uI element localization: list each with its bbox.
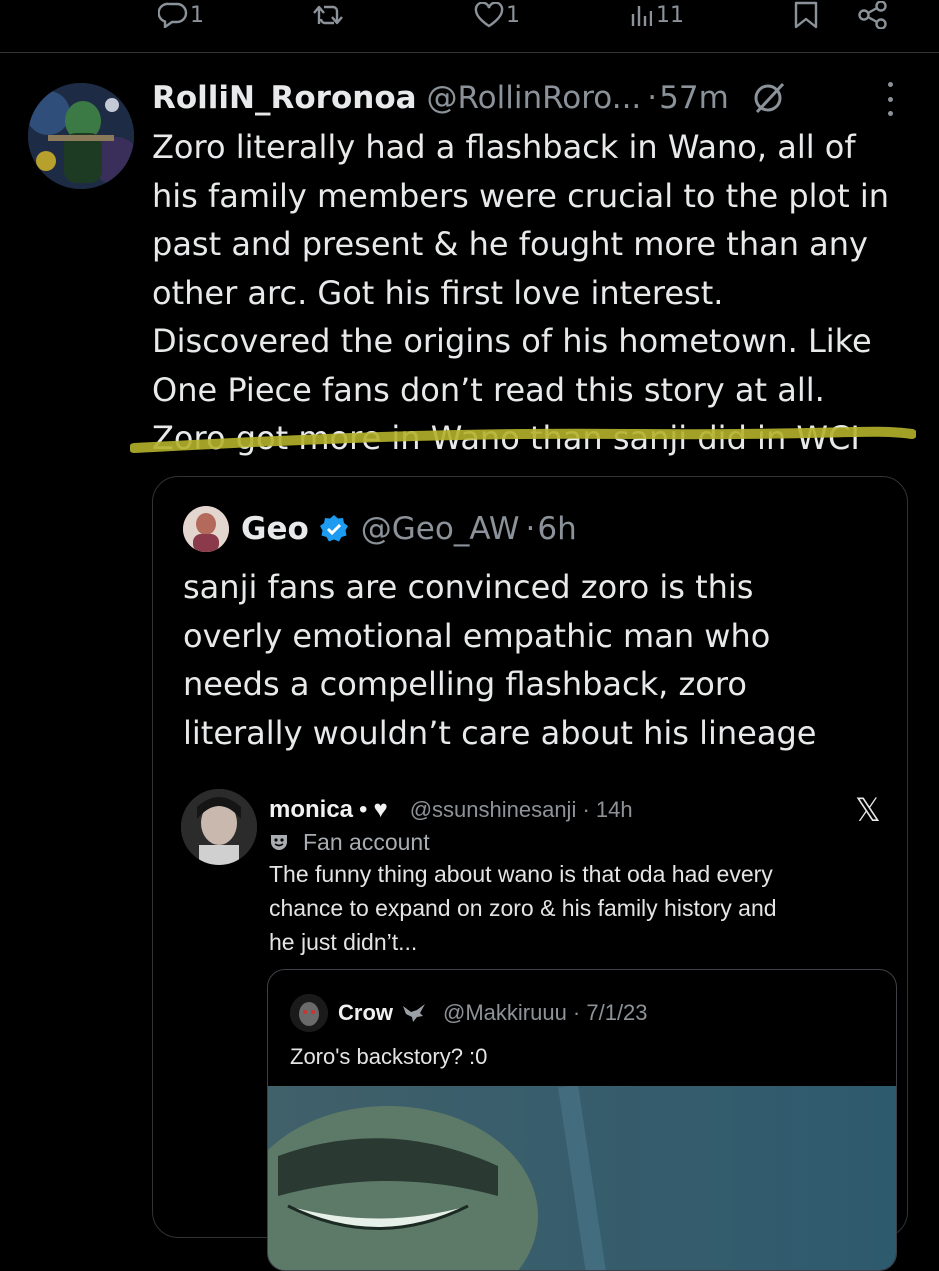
share-button[interactable] bbox=[858, 0, 888, 30]
repost-button[interactable] bbox=[312, 0, 346, 30]
embedded-screenshot: monica • ♥ @ssunshinesanji · 14h 𝕏 Fan a… bbox=[161, 773, 901, 1271]
fan-account-label: Fan account bbox=[269, 827, 430, 857]
analytics-icon bbox=[631, 6, 652, 26]
quote-line: literally wouldn’t care about his lineag… bbox=[183, 713, 817, 752]
bookmark-button[interactable] bbox=[792, 0, 820, 30]
grok-icon[interactable] bbox=[751, 80, 787, 116]
heart-icon: ♥ bbox=[373, 796, 388, 823]
tweet-timestamp[interactable]: 57m bbox=[659, 80, 729, 116]
author-handle[interactable]: @RollinRoro... bbox=[427, 80, 642, 116]
quote-header: Geo @Geo_AW · 6h bbox=[183, 506, 577, 552]
name-separator: • bbox=[359, 796, 368, 823]
views-button[interactable]: 11 bbox=[630, 0, 684, 30]
tweet-action-bar: 1 1 11 bbox=[0, 0, 939, 52]
quote-timestamp: 6h bbox=[537, 511, 577, 547]
tweet-line-highlighted: Zoro got more in Wano than sanji did in … bbox=[152, 419, 860, 457]
tweet-line: past and present & he fought more than a… bbox=[152, 225, 868, 263]
crow-display-name: Crow bbox=[338, 1000, 393, 1025]
tweet-line: other arc. Got his first love interest. bbox=[152, 273, 724, 312]
monica-avatar bbox=[181, 789, 257, 865]
reply-button[interactable]: 1 bbox=[158, 0, 204, 30]
author-avatar[interactable] bbox=[28, 83, 134, 189]
crow-handle-time: @Makkiruuu · 7/1/23 bbox=[443, 1000, 648, 1025]
nested-quoted-post: Crow @Makkiruuu · 7/1/23 Zoro's backstor… bbox=[267, 969, 897, 1271]
quoted-tweet-card[interactable]: Geo @Geo_AW · 6h sanji fans are convince… bbox=[152, 476, 908, 1271]
monica-line: chance to expand on zoro & his family hi… bbox=[269, 895, 777, 921]
crow-header: Crow @Makkiruuu · 7/1/23 bbox=[290, 994, 648, 1032]
tweet-text: Zoro literally had a flashback in Wano, … bbox=[152, 123, 922, 463]
view-count: 11 bbox=[656, 2, 684, 28]
monica-display-name: monica bbox=[269, 796, 354, 823]
monica-header: monica • ♥ @ssunshinesanji · 14h bbox=[269, 793, 633, 827]
bookmark-icon bbox=[794, 1, 818, 29]
crow-avatar bbox=[290, 994, 328, 1032]
monica-post-text: The funny thing about wano is that oda h… bbox=[269, 857, 889, 959]
divider bbox=[0, 52, 939, 53]
crow-bird-icon bbox=[401, 1002, 427, 1024]
monica-line: he just didn’t... bbox=[269, 929, 418, 955]
monica-handle-time: @ssunshinesanji · 14h bbox=[409, 797, 633, 822]
heart-outline-icon bbox=[474, 2, 504, 28]
avatar-image bbox=[28, 83, 134, 189]
reply-icon bbox=[158, 2, 188, 28]
separator-dot: · bbox=[525, 511, 536, 547]
tweet-line: One Piece fans don’t read this story at … bbox=[152, 370, 825, 409]
more-options-icon[interactable] bbox=[880, 82, 900, 116]
tweet-header: RolliN_Roronoa @RollinRoro... · 57m bbox=[152, 76, 787, 120]
quote-author-avatar bbox=[183, 506, 229, 552]
x-logo-icon: 𝕏 bbox=[855, 791, 881, 829]
like-count: 1 bbox=[506, 2, 520, 28]
anime-screenshot-image bbox=[268, 1086, 896, 1270]
like-button[interactable]: 1 bbox=[474, 0, 520, 30]
crow-post-text: Zoro's backstory? :0 bbox=[290, 1044, 488, 1069]
quote-handle: @Geo_AW bbox=[360, 511, 520, 547]
author-display-name[interactable]: RolliN_Roronoa bbox=[152, 80, 417, 116]
quote-line: sanji fans are convinced zoro is this bbox=[183, 568, 754, 606]
quote-line: overly emotional empathic man who bbox=[183, 616, 771, 655]
theater-mask-icon bbox=[271, 835, 287, 850]
verified-badge-icon bbox=[319, 514, 349, 544]
quote-text: sanji fans are convinced zoro is this ov… bbox=[183, 563, 893, 757]
tweet-line: Zoro literally had a flashback in Wano, … bbox=[152, 128, 856, 166]
tweet-line: Discovered the origins of his hometown. … bbox=[152, 322, 872, 360]
reply-count: 1 bbox=[190, 2, 204, 28]
monica-line: The funny thing about wano is that oda h… bbox=[269, 861, 773, 887]
repost-icon bbox=[313, 5, 343, 25]
share-icon bbox=[858, 1, 887, 29]
quote-display-name: Geo bbox=[241, 511, 309, 547]
quote-line: needs a compelling flashback, zoro bbox=[183, 665, 747, 703]
tweet-line: his family members were crucial to the p… bbox=[152, 176, 889, 215]
separator-dot: · bbox=[647, 80, 658, 116]
fan-account-text: Fan account bbox=[303, 828, 430, 855]
